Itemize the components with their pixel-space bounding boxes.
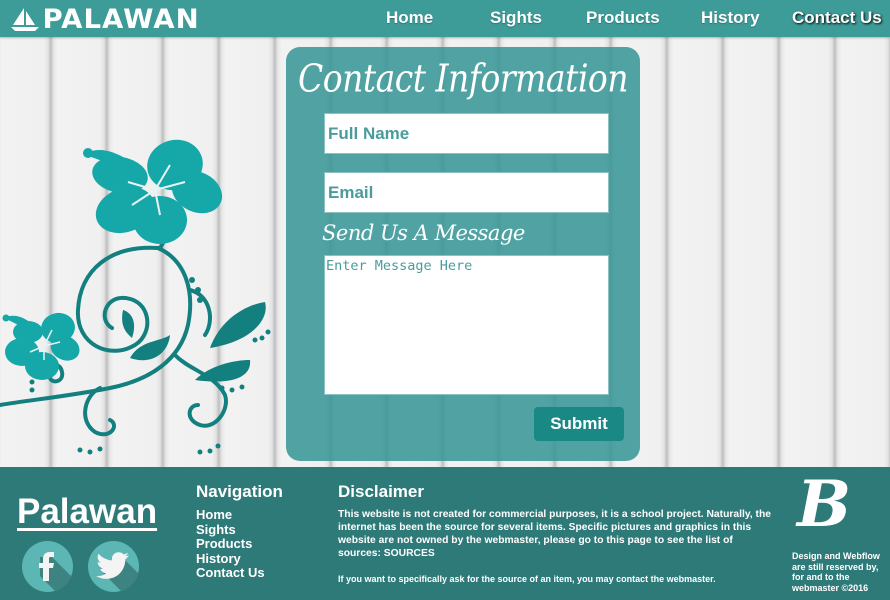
facebook-icon xyxy=(39,552,73,592)
footer-link-products[interactable]: Products xyxy=(196,536,283,552)
email-input[interactable] xyxy=(324,172,609,213)
disclaimer-text: This website is not created for commerci… xyxy=(338,509,771,559)
nav-home[interactable]: Home xyxy=(386,8,433,28)
footer-link-home[interactable]: Home xyxy=(196,507,283,523)
twitter-icon xyxy=(96,552,139,592)
footer-navigation: Navigation Home Sights Products History … xyxy=(196,482,283,581)
webmaster-b-logo: B xyxy=(797,467,852,542)
rights-text: Design and Webflow are still reserved by… xyxy=(792,551,880,593)
main-nav: Home Sights Products History Contact Us xyxy=(0,0,890,37)
footer-brand-link[interactable]: Palawan xyxy=(17,492,157,532)
footer-link-history[interactable]: History xyxy=(196,551,283,567)
top-header: PALAWAN Home Sights Products History Con… xyxy=(0,0,890,37)
full-name-input[interactable] xyxy=(324,113,609,154)
hibiscus-flower-icon xyxy=(0,139,271,455)
footer-navigation-title: Navigation xyxy=(196,482,283,501)
facebook-button[interactable] xyxy=(22,541,73,592)
nav-contact-us[interactable]: Contact Us xyxy=(792,8,882,28)
contact-form: Contact Information Send Us A Message Su… xyxy=(286,47,640,461)
message-label: Send Us A Message xyxy=(322,221,525,245)
nav-history[interactable]: History xyxy=(701,8,760,28)
footer-link-sights[interactable]: Sights xyxy=(196,522,283,538)
disclaimer-title: Disclaimer xyxy=(338,482,424,501)
nav-products[interactable]: Products xyxy=(586,8,660,28)
message-textarea[interactable] xyxy=(324,255,609,395)
footer-link-contact-us[interactable]: Contact Us xyxy=(196,565,283,581)
twitter-button[interactable] xyxy=(88,541,139,592)
disclaimer-note: If you want to specifically ask for the … xyxy=(338,574,716,584)
footer: Palawan Navigation Home Sights Products … xyxy=(0,467,890,600)
submit-button[interactable]: Submit xyxy=(534,407,624,441)
footer-disclaimer: Disclaimer This website is not created f… xyxy=(338,482,778,586)
nav-sights[interactable]: Sights xyxy=(490,8,542,28)
contact-title: Contact Information xyxy=(297,56,629,101)
